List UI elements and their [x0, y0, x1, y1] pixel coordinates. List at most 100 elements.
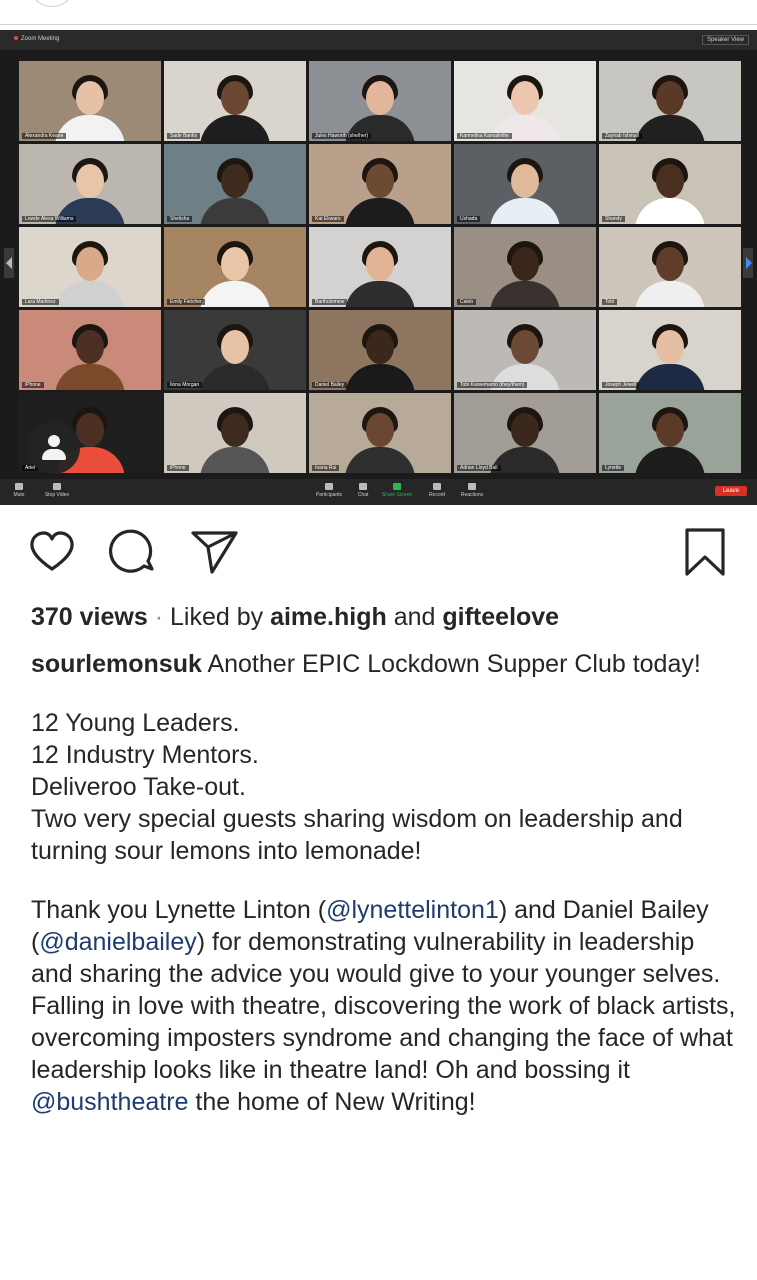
participant-tile[interactable]: Sade Banks	[164, 61, 306, 141]
toolbar-label: Reactions	[460, 492, 484, 498]
participant-tile[interactable]: Tobi Kareemamo (they/them)	[454, 310, 596, 390]
post-image-zoom-meeting[interactable]: Zoom Meeting Speaker View Alexandra Kean…	[0, 30, 757, 505]
participant-tile[interactable]: Emily Fletcher	[164, 227, 306, 307]
bookmark-icon[interactable]	[682, 527, 728, 577]
participant-name: Daniel Bailey	[312, 382, 348, 388]
toolbar-label: Stop Video	[44, 492, 70, 498]
caption-line: Deliveroo Take-out.	[31, 773, 246, 801]
participant-name: Lynette	[602, 465, 625, 471]
zoom-toolbar: Leave Mute Stop Video Participants Chat Shar…	[0, 479, 757, 505]
participants-button[interactable]: Participants	[312, 483, 346, 498]
speaker-view-toggle[interactable]: Speaker View	[702, 35, 749, 45]
record-button[interactable]: Record	[420, 483, 454, 498]
chat-icon	[359, 483, 367, 490]
participant-name: Adrian Lloyd Ball	[457, 465, 501, 471]
view-count[interactable]: 370 views	[31, 603, 148, 631]
author-username[interactable]: sourlemonsuk	[31, 650, 202, 678]
participant-grid: Alexandra Keane Sade Banks Jules Haworth (…	[19, 61, 741, 473]
caption-intro: Another EPIC Lockdown Supper Club today!	[207, 650, 701, 678]
participant-name: Ioana Rui	[312, 465, 340, 471]
participant-tile[interactable]: Kat Ekwaro	[309, 144, 451, 224]
participant-tile[interactable]: iPhone	[164, 393, 306, 473]
participant-tile[interactable]: Shandy	[599, 144, 741, 224]
heart-icon[interactable]	[28, 528, 76, 576]
liker-link[interactable]: gifteelove	[442, 603, 559, 631]
toolbar-label: Chat	[357, 492, 369, 498]
participant-name: Jules Haworth (she/her)	[312, 133, 372, 139]
mention-link[interactable]: @lynettelinton1	[326, 896, 499, 924]
participant-name: Shelisha	[167, 216, 193, 222]
account-avatar-icon[interactable]	[28, 422, 80, 474]
participant-name: Lowde Alexa Williams	[22, 216, 77, 222]
participant-tile[interactable]: Ilona Morgan	[164, 310, 306, 390]
participant-tile[interactable]: Jules Haworth (she/her)	[309, 61, 451, 141]
participant-tile[interactable]: Joseph Jewell	[599, 310, 741, 390]
participant-tile[interactable]: Lara Martinez	[19, 227, 161, 307]
video-camera-icon	[53, 483, 61, 490]
profile-avatar-edge	[28, 0, 76, 7]
participant-name: Joseph Jewell	[602, 382, 640, 388]
participant-name: Kat Ekwaro	[312, 216, 344, 222]
top-strip	[0, 0, 757, 30]
reactions-icon	[468, 483, 476, 490]
caption-line: 12 Industry Mentors.	[31, 741, 259, 769]
participant-name: Lara Martinez	[22, 299, 59, 305]
post-caption: sourlemonsuk Another EPIC Lockdown Suppe…	[31, 648, 736, 1118]
liker-link[interactable]: aime.high	[270, 603, 387, 631]
participant-name: iPhone	[22, 382, 44, 388]
microphone-icon	[15, 483, 23, 490]
participants-icon	[325, 483, 333, 490]
toolbar-label: Mute	[13, 492, 25, 498]
caption-line: 12 Young Leaders.	[31, 709, 240, 737]
and-label: and	[393, 603, 436, 631]
caption-thanks: Thank you Lynette Linton (@lynettelinton…	[31, 896, 736, 1116]
liked-by-label: Liked by	[170, 603, 264, 631]
divider	[0, 24, 757, 25]
zoom-window-title: Zoom Meeting	[8, 36, 59, 42]
participant-tile[interactable]: Daniel Bailey	[309, 310, 451, 390]
leave-button[interactable]: Leave	[714, 486, 747, 496]
prev-page-arrow[interactable]	[4, 248, 14, 278]
participant-name: iPhone	[167, 465, 189, 471]
send-icon[interactable]	[190, 529, 240, 575]
participant-name: Ushada	[457, 216, 481, 222]
participant-tile[interactable]: Zaynab Ishmail	[599, 61, 741, 141]
next-page-arrow[interactable]	[743, 248, 753, 278]
share-screen-icon	[393, 483, 401, 490]
likes-line: 370 views · Liked by aime.high and gifte…	[31, 600, 559, 634]
video-camera-button[interactable]: Stop Video	[40, 483, 74, 498]
comment-icon[interactable]	[108, 529, 158, 577]
share-screen-button[interactable]: Share Screen	[380, 483, 414, 498]
participant-name: Emily Fletcher	[167, 299, 205, 305]
zoom-title-bar: Zoom Meeting Speaker View	[0, 30, 757, 50]
participant-name: Bartholomew	[312, 299, 348, 305]
caption-line: Two very special guests sharing wisdom o…	[31, 805, 683, 865]
toolbar-label: Participants	[315, 492, 343, 498]
toolbar-label: Share Screen	[381, 492, 413, 498]
participant-tile[interactable]: Bartholomew	[309, 227, 451, 307]
chat-button[interactable]: Chat	[346, 483, 380, 498]
participant-name: Karmelina Kamalinthe	[457, 133, 512, 139]
participant-tile[interactable]: Ioana Rui	[309, 393, 451, 473]
participant-tile[interactable]: Lowde Alexa Williams	[19, 144, 161, 224]
mention-link[interactable]: @bushtheatre	[31, 1088, 188, 1116]
participant-tile[interactable]: Tobi	[599, 227, 741, 307]
microphone-button[interactable]: Mute	[2, 483, 36, 498]
participant-tile[interactable]: Ushada	[454, 144, 596, 224]
participant-name: Zaynab Ishmail	[602, 133, 642, 139]
participant-tile[interactable]: Karmelina Kamalinthe	[454, 61, 596, 141]
participant-name: Shandy	[602, 216, 625, 222]
participant-tile[interactable]: iPhone	[19, 310, 161, 390]
reactions-button[interactable]: Reactions	[455, 483, 489, 498]
participant-tile[interactable]: Alexandra Keane	[19, 61, 161, 141]
participant-tile[interactable]: Caleb	[454, 227, 596, 307]
post-action-bar	[0, 505, 757, 590]
participant-tile[interactable]: Shelisha	[164, 144, 306, 224]
toolbar-label: Record	[428, 492, 446, 498]
participant-tile[interactable]: Lynette	[599, 393, 741, 473]
participant-name: Tobi Kareemamo (they/them)	[457, 382, 528, 388]
mention-link[interactable]: @danielbailey	[39, 928, 196, 956]
separator: ·	[154, 603, 164, 631]
participant-tile[interactable]: Adrian Lloyd Ball	[454, 393, 596, 473]
participant-name: Caleb	[457, 299, 477, 305]
